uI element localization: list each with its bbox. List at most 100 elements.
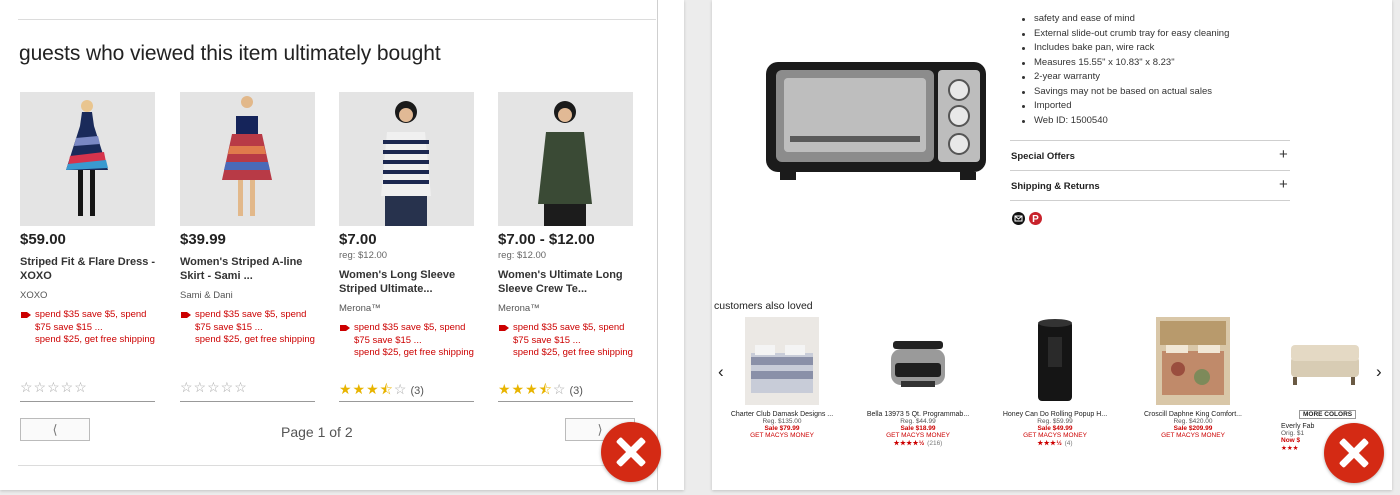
product-brand: XOXO bbox=[20, 290, 48, 301]
carousel-product[interactable]: Bella 13973 5 Qt. Programmab... Reg. $44… bbox=[863, 317, 973, 447]
feature-item: 2-year warranty bbox=[1020, 70, 1229, 85]
rating-stars: ☆☆☆☆☆ bbox=[180, 379, 248, 395]
product-card[interactable]: $39.99 Women's Striped A-line Skirt - Sa… bbox=[180, 92, 317, 402]
rating-count: (3) bbox=[569, 385, 583, 397]
right-panel: safety and ease of mind External slide-o… bbox=[712, 0, 1392, 490]
sale-price: Sale $209.99 bbox=[1173, 425, 1213, 432]
promo-label: spend $35 save $5, spend $75 save $15 ..… bbox=[195, 309, 315, 345]
feature-list: safety and ease of mind External slide-o… bbox=[1020, 12, 1229, 128]
previous-page-button[interactable]: ⟨ bbox=[20, 418, 90, 441]
tag-icon bbox=[181, 312, 191, 318]
email-share-icon[interactable] bbox=[1012, 212, 1025, 225]
rating-stars: ★★★★½ (216) bbox=[893, 440, 943, 447]
product-card[interactable]: $59.00 Striped Fit & Flare Dress - XOXO … bbox=[20, 92, 157, 402]
rating-stars: ★★★⯪☆ (3) bbox=[339, 381, 424, 397]
product-image[interactable] bbox=[180, 92, 315, 226]
plus-icon[interactable]: + bbox=[1279, 176, 1288, 193]
plus-icon[interactable]: + bbox=[1279, 146, 1288, 163]
divider bbox=[657, 0, 658, 490]
close-icon[interactable] bbox=[1324, 423, 1384, 483]
product-price: $7.00 - $12.00 bbox=[498, 231, 595, 248]
regular-price: Reg. $59.99 bbox=[1037, 418, 1073, 425]
sale-price: Sale $18.99 bbox=[900, 425, 936, 432]
shipping-returns-toggle[interactable]: Shipping & Returns bbox=[1011, 181, 1100, 192]
page-indicator: Page 1 of 2 bbox=[281, 424, 353, 440]
promo-text[interactable]: spend $35 save $5, spend $75 save $15 ..… bbox=[20, 309, 157, 347]
product-image[interactable] bbox=[339, 92, 474, 226]
section-heading: guests who viewed this item ultimately b… bbox=[19, 42, 441, 65]
feature-item: Measures 15.55" x 10.83" x 8.23" bbox=[1020, 56, 1229, 71]
product-image[interactable] bbox=[745, 317, 819, 405]
carousel-product[interactable]: Croscill Daphne King Comfort... Reg. $42… bbox=[1138, 317, 1248, 439]
carousel-product[interactable]: Honey Can Do Rolling Popup H... Reg. $59… bbox=[1000, 317, 1110, 447]
pinterest-icon[interactable]: P bbox=[1029, 212, 1042, 225]
carousel-product[interactable]: Charter Club Damask Designs ... Reg. $13… bbox=[727, 317, 837, 439]
product-name[interactable]: Striped Fit & Flare Dress - XOXO bbox=[20, 255, 157, 283]
divider bbox=[20, 401, 155, 402]
product-image[interactable] bbox=[1285, 317, 1359, 405]
divider bbox=[498, 401, 633, 402]
close-icon[interactable] bbox=[601, 422, 661, 482]
product-brand: Merona™ bbox=[498, 303, 540, 314]
product-image[interactable] bbox=[20, 92, 155, 226]
macys-money-link[interactable]: GET MACYS MONEY bbox=[1000, 432, 1110, 439]
product-name[interactable]: Women's Striped A-line Skirt - Sami ... bbox=[180, 255, 317, 283]
product-price: $7.00 bbox=[339, 231, 377, 248]
promo-label: spend $35 save $5, spend $75 save $15 ..… bbox=[354, 322, 474, 358]
rating-stars: ☆☆☆☆☆ bbox=[20, 379, 88, 395]
product-card[interactable]: $7.00 - $12.00 reg: $12.00 Women's Ultim… bbox=[498, 92, 635, 402]
promo-text[interactable]: spend $35 save $5, spend $75 save $15 ..… bbox=[180, 309, 317, 347]
divider bbox=[1010, 140, 1290, 141]
regular-price: Reg. $44.99 bbox=[900, 418, 936, 425]
product-name[interactable]: Women's Ultimate Long Sleeve Crew Te... bbox=[498, 268, 635, 296]
product-name[interactable]: Honey Can Do Rolling Popup H... bbox=[1000, 411, 1110, 418]
product-image[interactable] bbox=[1156, 317, 1230, 405]
sale-price: Sale $49.99 bbox=[1037, 425, 1073, 432]
regular-price: Reg. $420.00 bbox=[1173, 418, 1213, 425]
product-brand: Sami & Dani bbox=[180, 290, 233, 301]
divider bbox=[1010, 170, 1290, 171]
svg-text:P: P bbox=[1032, 214, 1039, 225]
feature-item: External slide-out crumb tray for easy c… bbox=[1020, 27, 1229, 42]
product-image[interactable] bbox=[1018, 317, 1092, 405]
divider bbox=[18, 19, 656, 20]
regular-price: reg: $12.00 bbox=[498, 250, 547, 261]
macys-money-link[interactable]: GET MACYS MONEY bbox=[863, 432, 973, 439]
feature-item: Web ID: 1500540 bbox=[1020, 114, 1229, 129]
rating-stars: ★★★½ (4) bbox=[1037, 440, 1073, 447]
tag-icon bbox=[21, 312, 31, 318]
macys-money-link[interactable]: GET MACYS MONEY bbox=[1138, 432, 1248, 439]
rating-count: (216) bbox=[927, 440, 943, 447]
promo-label: spend $35 save $5, spend $75 save $15 ..… bbox=[35, 309, 155, 345]
product-card[interactable]: $7.00 reg: $12.00 Women's Long Sleeve St… bbox=[339, 92, 476, 402]
rating-count: (4) bbox=[1064, 440, 1073, 447]
product-price: $59.00 bbox=[20, 231, 66, 248]
tag-icon bbox=[499, 325, 509, 331]
product-name[interactable]: Charter Club Damask Designs ... bbox=[727, 411, 837, 418]
left-panel: guests who viewed this item ultimately b… bbox=[0, 0, 684, 490]
product-name[interactable]: Croscill Daphne King Comfort... bbox=[1138, 411, 1248, 418]
sale-price: Sale $79.99 bbox=[764, 425, 800, 432]
regular-price: Reg. $135.00 bbox=[762, 418, 802, 425]
carousel-prev-icon[interactable]: ‹ bbox=[718, 362, 724, 382]
tag-icon bbox=[340, 325, 350, 331]
regular-price: reg: $12.00 bbox=[339, 250, 388, 261]
product-image[interactable] bbox=[498, 92, 633, 226]
promo-text[interactable]: spend $35 save $5, spend $75 save $15 ..… bbox=[339, 322, 476, 360]
divider bbox=[18, 465, 656, 466]
promo-text[interactable]: spend $35 save $5, spend $75 save $15 ..… bbox=[498, 322, 635, 360]
feature-item: Includes bake pan, wire rack bbox=[1020, 41, 1229, 56]
product-price: $39.99 bbox=[180, 231, 226, 248]
more-colors-badge[interactable]: MORE COLORS bbox=[1299, 410, 1357, 419]
promo-label: spend $35 save $5, spend $75 save $15 ..… bbox=[513, 322, 633, 358]
product-name[interactable]: Women's Long Sleeve Striped Ultimate... bbox=[339, 268, 476, 296]
divider bbox=[339, 401, 474, 402]
divider bbox=[1010, 200, 1290, 201]
product-name[interactable]: Bella 13973 5 Qt. Programmab... bbox=[863, 411, 973, 418]
rating-count: (3) bbox=[410, 385, 424, 397]
macys-money-link[interactable]: GET MACYS MONEY bbox=[727, 432, 837, 439]
carousel-title: customers also loved bbox=[714, 300, 813, 312]
special-offers-toggle[interactable]: Special Offers bbox=[1011, 151, 1075, 162]
feature-item: Imported bbox=[1020, 99, 1229, 114]
product-image[interactable] bbox=[881, 317, 955, 405]
